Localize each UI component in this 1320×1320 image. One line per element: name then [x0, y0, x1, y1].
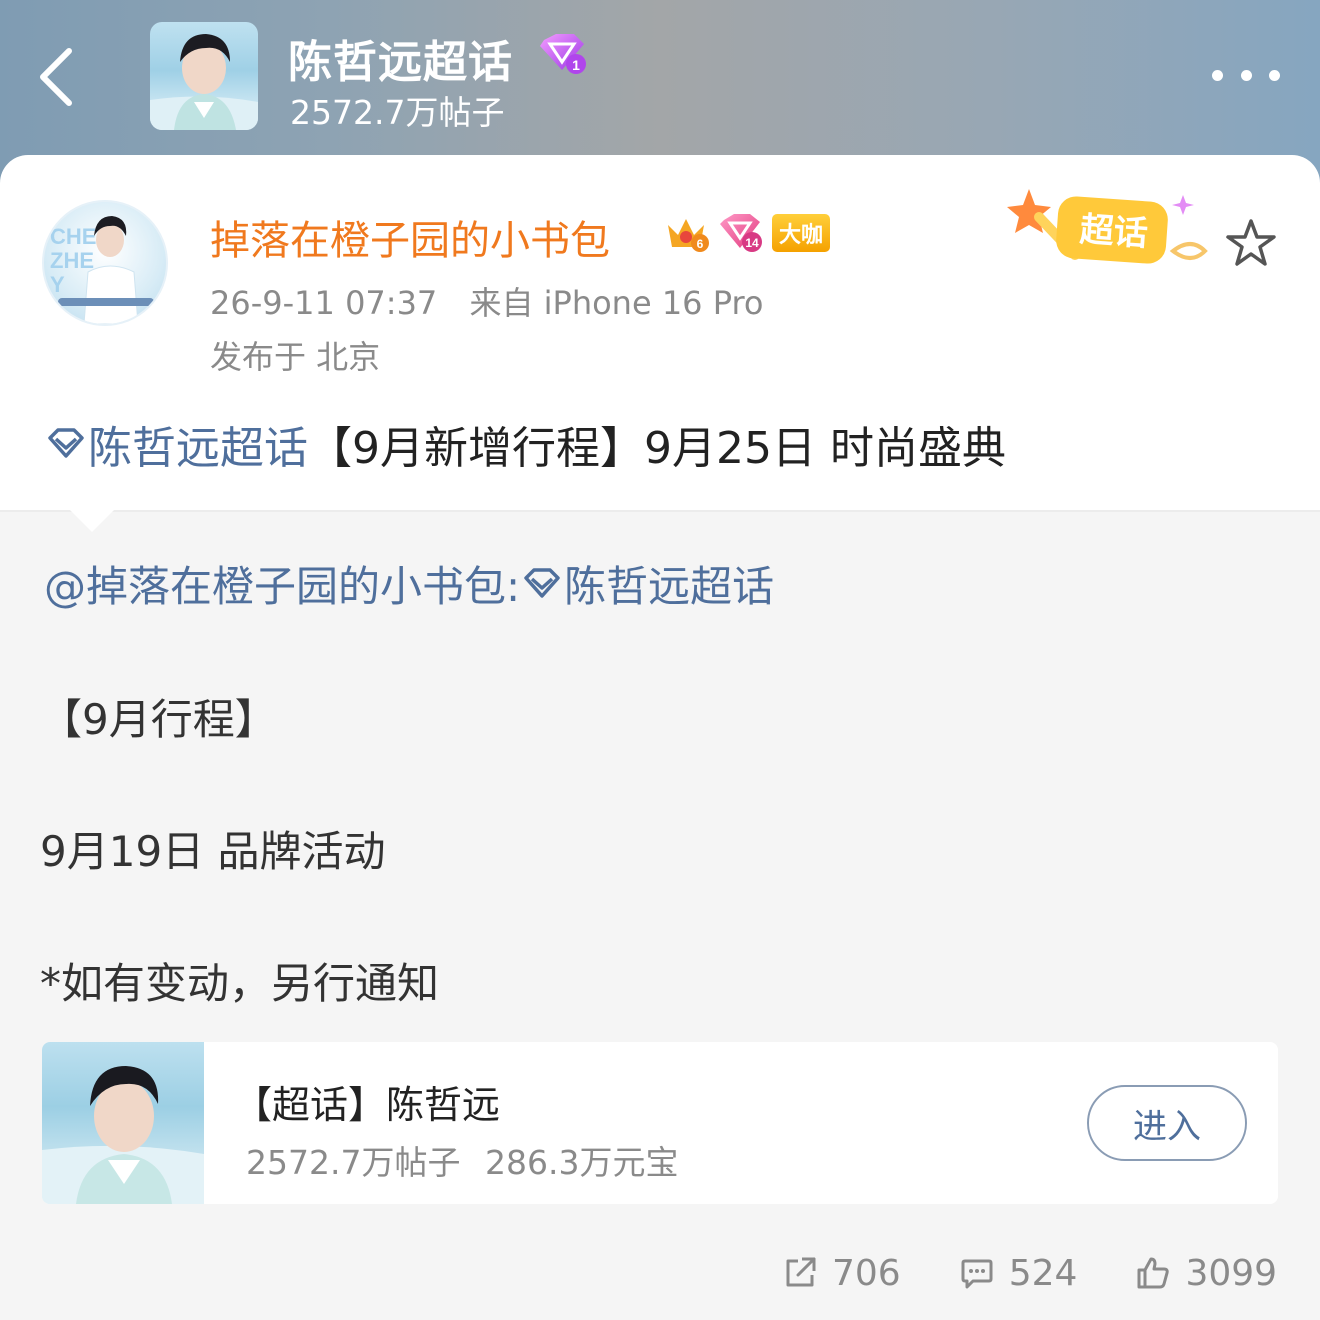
- quoted-line: 【9月行程】: [40, 695, 277, 744]
- share-icon: [786, 1257, 816, 1287]
- topic-card-title: 【超话】陈哲远: [234, 1083, 501, 1127]
- user-badges: 6 14 大咖: [664, 212, 831, 254]
- mention-link[interactable]: @掉落在橙子园的小书包:: [44, 553, 520, 614]
- quoted-line: 9月19日 品牌活动: [40, 827, 386, 876]
- topic-link[interactable]: 陈哲远超话: [44, 412, 308, 476]
- comment-count: 524: [1008, 1252, 1078, 1294]
- topic-title: 陈哲远超话: [288, 37, 513, 88]
- like-button[interactable]: 3099: [1135, 1253, 1277, 1294]
- post-meta: 26-9-11 07:37 来自 iPhone 16 Pro: [210, 278, 763, 324]
- quoted-header: @掉落在橙子园的小书包: 陈哲远超话: [44, 553, 774, 614]
- action-bar: 706 524 3099: [782, 1248, 1277, 1298]
- enter-button[interactable]: 进入: [1087, 1085, 1247, 1161]
- post-location: 发布于 北京: [210, 338, 381, 376]
- post-body-text: 【9月新增行程】9月25日 时尚盛典: [308, 423, 1006, 474]
- topic-post-count: 2572.7万帖子: [290, 93, 505, 132]
- svg-text:Y: Y: [50, 272, 65, 297]
- vip-badge: 大咖: [772, 214, 831, 252]
- topic-link-label: 陈哲远超话: [88, 423, 308, 474]
- post-source: 来自 iPhone 16 Pro: [469, 284, 764, 322]
- comment-icon: [961, 1259, 993, 1289]
- sticker-text: 超话: [1078, 210, 1149, 255]
- quoted-topic-label: 陈哲远超话: [564, 562, 775, 611]
- topic-card-thumbnail: [42, 1042, 204, 1204]
- back-arrow-icon: [40, 48, 72, 106]
- favorite-star-button[interactable]: [1222, 215, 1280, 273]
- topic-thumbnail[interactable]: [150, 22, 258, 130]
- topic-diamond-icon: [48, 428, 84, 458]
- topic-card-stats: 2572.7万帖子 286.3万元宝: [246, 1136, 678, 1184]
- share-count: 706: [832, 1252, 901, 1294]
- svg-text:6: 6: [697, 237, 704, 251]
- post-text: 陈哲远超话 【9月新增行程】9月25日 时尚盛典: [44, 412, 1006, 476]
- more-dots-icon: [1212, 69, 1223, 81]
- chaohua-sticker: 超话: [1005, 185, 1215, 289]
- topic-diamond-icon: [524, 567, 560, 598]
- divider: [0, 510, 1320, 512]
- thumbs-up-icon: [1137, 1257, 1170, 1289]
- svg-text:CHE: CHE: [50, 224, 96, 249]
- star-icon: [1226, 219, 1276, 266]
- more-options-button[interactable]: [1206, 58, 1286, 92]
- share-button[interactable]: 706: [782, 1253, 901, 1294]
- topic-card-posts: 2572.7万帖子: [246, 1143, 461, 1182]
- diamond-level-icon: 14: [720, 214, 762, 252]
- comment-button[interactable]: 524: [959, 1252, 1078, 1294]
- svg-text:14: 14: [745, 236, 759, 250]
- topic-card-coins: 286.3万元宝: [484, 1143, 679, 1182]
- quoted-line: *如有变动，另行通知: [40, 959, 440, 1008]
- quote-pointer: [70, 510, 114, 532]
- username[interactable]: 掉落在橙子园的小书包: [210, 208, 610, 266]
- topic-card[interactable]: 【超话】陈哲远 2572.7万帖子 286.3万元宝 进入: [42, 1042, 1278, 1204]
- avatar[interactable]: CHE ZHE Y: [42, 200, 168, 326]
- crown-level-icon: 6: [668, 219, 709, 252]
- quoted-topic-link[interactable]: 陈哲远超话: [520, 553, 774, 614]
- svg-text:ZHE: ZHE: [50, 248, 94, 273]
- portrait-image: [150, 34, 258, 130]
- post-date: 26-9-11 07:37: [210, 284, 438, 322]
- avatar-image: CHE ZHE Y: [50, 216, 154, 324]
- like-count: 3099: [1185, 1252, 1278, 1294]
- topic-level-number: 1: [572, 57, 580, 73]
- back-button[interactable]: [30, 42, 80, 112]
- diamond-level-icon: 1: [538, 32, 588, 80]
